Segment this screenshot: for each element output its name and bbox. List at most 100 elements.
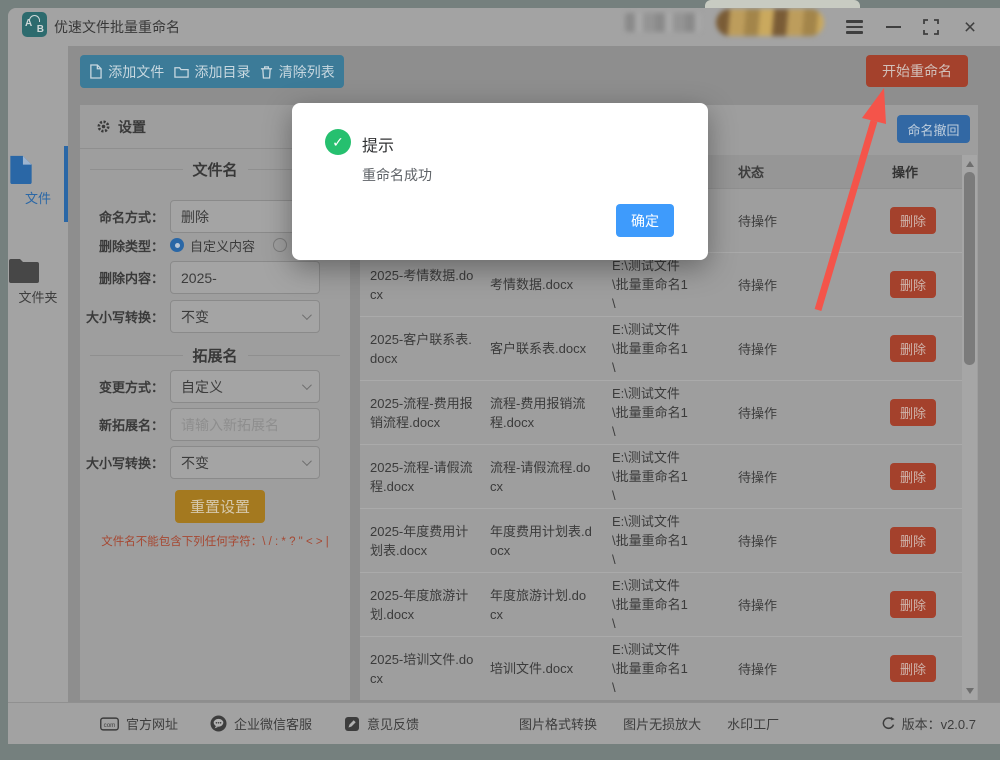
delete-row-button[interactable]: 删除 <box>890 335 936 362</box>
sidebar-item-folder[interactable]: 文件夹 <box>8 256 68 306</box>
table-scrollbar[interactable] <box>962 155 977 700</box>
success-check-icon: ✓ <box>325 129 351 155</box>
scroll-up-icon[interactable] <box>965 161 974 167</box>
file-list-body: 待操作 删除 2025-考情数据.docx 考情数据.docx E:\测试文件 … <box>360 189 962 700</box>
sidebar-folder-label: 文件夹 <box>18 290 58 305</box>
add-file-icon <box>90 64 102 79</box>
old-filename-cell: 2025-培训文件.docx <box>370 651 474 686</box>
version-text: 版本：v2.0.7 <box>901 717 976 732</box>
new-filename-cell: 流程-请假流程.docx <box>490 459 591 494</box>
new-filename-cell: 培训文件.docx <box>490 661 574 676</box>
new-filename-cell: 客户联系表.docx <box>490 341 587 356</box>
status-cell: 待操作 <box>738 342 778 357</box>
clear-list-button[interactable]: 清除列表 <box>260 62 335 82</box>
settings-title: 设置 <box>118 118 146 135</box>
change-method-label: 变更方式： <box>98 380 164 395</box>
add-file-label: 添加文件 <box>108 63 165 80</box>
old-filename-cell: 2025-年度费用计划表.docx <box>370 523 469 558</box>
delete-content-label: 删除内容： <box>98 271 164 286</box>
wechat-service-icon <box>210 715 227 732</box>
footer: com 官方网址 企业微信客服 意见反馈 图片格式转换 图片无损放大 水印工厂 <box>8 702 1000 744</box>
chevron-down-icon <box>301 380 312 391</box>
menu-icon[interactable] <box>843 8 865 46</box>
table-row: 2025-年度费用计划表.docx 年度费用计划表.docx E:\测试文件 \… <box>360 509 962 573</box>
clear-list-label: 清除列表 <box>278 63 335 80</box>
minimize-icon[interactable] <box>882 8 904 46</box>
blurred-account-name <box>625 13 701 32</box>
scroll-down-icon[interactable] <box>965 688 974 694</box>
delete-row-button[interactable]: 删除 <box>890 271 936 298</box>
old-filename-cell: 2025-流程-费用报销流程.docx <box>370 395 473 430</box>
radio-second-option[interactable] <box>273 238 288 252</box>
case-convert2-select[interactable]: 不变 <box>170 446 320 479</box>
radio-custom-content-label: 自定义内容 <box>190 238 256 254</box>
delete-row-button[interactable]: 删除 <box>890 399 936 426</box>
delete-row-button[interactable]: 删除 <box>890 207 936 234</box>
reset-settings-button[interactable]: 重置设置 <box>175 490 265 523</box>
file-path-cell: E:\测试文件 \批量重命名1 \ <box>612 450 688 503</box>
folder-icon <box>9 259 39 283</box>
new-extension-input[interactable] <box>170 408 320 441</box>
rename-undo-button[interactable]: 命名撤回 <box>897 115 970 143</box>
app-window: A B 优速文件批量重命名 × 文件 文件夹 添加文件 添加目录 清除列表 开始… <box>8 8 1000 744</box>
file-path-cell: E:\测试文件 \批量重命名1 \ <box>612 514 688 567</box>
wechat-support-link[interactable]: 企业微信客服 <box>210 714 312 733</box>
add-file-button[interactable]: 添加文件 <box>89 62 164 82</box>
filename-warning-text: 文件名不能包含下列任何字符：\ / : * ? " < > | <box>101 536 329 548</box>
feedback-link[interactable]: 意见反馈 <box>344 714 419 733</box>
website-icon: com <box>100 716 119 731</box>
file-path-cell: E:\测试文件 \批量重命名1 \ <box>612 322 688 375</box>
close-icon[interactable]: × <box>959 8 981 46</box>
table-row: 2025-年度旅游计划.docx 年度旅游计划.docx E:\测试文件 \批量… <box>360 573 962 637</box>
table-row: 2025-培训文件.docx 培训文件.docx E:\测试文件 \批量重命名1… <box>360 637 962 700</box>
status-cell: 待操作 <box>738 598 778 613</box>
delete-row-button[interactable]: 删除 <box>890 655 936 682</box>
case-convert-select[interactable]: 不变 <box>170 300 320 333</box>
delete-row-button[interactable]: 删除 <box>890 527 936 554</box>
maximize-icon[interactable] <box>920 8 942 46</box>
image-format-convert-link[interactable]: 图片格式转换 <box>519 714 597 733</box>
dialog-message: 重命名成功 <box>362 167 432 183</box>
status-cell: 待操作 <box>738 534 778 549</box>
chevron-down-icon <box>301 310 312 321</box>
delete-row-button[interactable]: 删除 <box>890 591 936 618</box>
case-convert2-label: 大小写转换： <box>85 456 164 471</box>
add-folder-button[interactable]: 添加目录 <box>173 62 251 82</box>
old-filename-cell: 2025-考情数据.docx <box>370 267 474 302</box>
trash-icon <box>260 65 272 79</box>
new-filename-cell: 年度旅游计划.docx <box>490 587 587 622</box>
app-logo-icon: A B <box>22 12 47 37</box>
radio-custom-content-selected[interactable] <box>170 238 184 252</box>
status-cell: 待操作 <box>738 214 778 229</box>
official-site-link[interactable]: com 官方网址 <box>100 714 178 733</box>
image-lossless-enlarge-link[interactable]: 图片无损放大 <box>623 714 701 733</box>
delete-content-input[interactable] <box>170 261 320 294</box>
blurred-vip-badge[interactable] <box>716 9 824 36</box>
section-extension: 拓展名 <box>90 343 340 367</box>
dialog-title: 提示 <box>362 138 395 155</box>
file-path-cell: E:\测试文件 \批量重命名1 \ <box>612 386 688 439</box>
dialog-ok-button[interactable]: 确定 <box>616 204 674 237</box>
version-info: 版本：v2.0.7 <box>881 714 976 733</box>
new-extension-label: 新拓展名： <box>98 418 164 433</box>
scrollbar-thumb[interactable] <box>964 172 975 365</box>
start-rename-button[interactable]: 开始重命名 <box>866 55 968 87</box>
toolbar: 添加文件 添加目录 清除列表 <box>80 55 344 88</box>
refresh-icon[interactable] <box>881 716 896 731</box>
sidebar-item-file[interactable]: 文件 <box>8 154 68 207</box>
header-action: 操作 <box>892 165 919 180</box>
titlebar: A B 优速文件批量重命名 × <box>8 8 1000 46</box>
change-method-select[interactable]: 自定义 <box>170 370 320 403</box>
file-path-cell: E:\测试文件 \批量重命名1 \ <box>612 258 688 311</box>
sidebar-active-indicator <box>64 146 68 222</box>
status-cell: 待操作 <box>738 470 778 485</box>
case-convert-label: 大小写转换： <box>85 310 164 325</box>
delete-row-button[interactable]: 删除 <box>890 463 936 490</box>
status-cell: 待操作 <box>738 278 778 293</box>
old-filename-cell: 2025-流程-请假流程.docx <box>370 459 473 494</box>
svg-text:com: com <box>104 721 116 728</box>
status-cell: 待操作 <box>738 662 778 677</box>
watermark-factory-link[interactable]: 水印工厂 <box>727 714 779 733</box>
table-row: 2025-流程-请假流程.docx 流程-请假流程.docx E:\测试文件 \… <box>360 445 962 509</box>
gear-icon <box>97 120 110 133</box>
